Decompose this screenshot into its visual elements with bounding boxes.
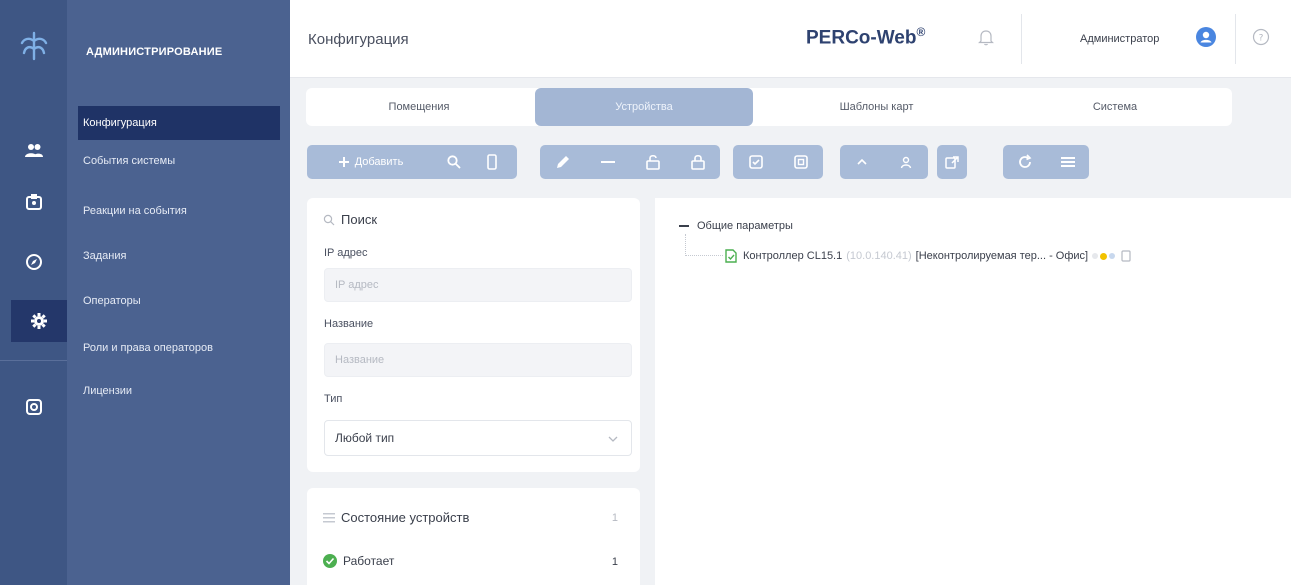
toolbar-group-edit	[540, 145, 720, 179]
sidebar-item-label: Операторы	[83, 295, 141, 307]
controller-icon	[725, 249, 737, 263]
status-item-count: 1	[611, 556, 618, 568]
device-status-panel: Состояние устройств 1 Работает 1	[307, 488, 640, 585]
lock-icon[interactable]	[675, 145, 720, 179]
page-title: Конфигурация	[308, 31, 409, 48]
name-label: Название	[324, 318, 374, 330]
icon-rail	[0, 0, 67, 585]
tree-connector	[685, 234, 723, 256]
toolbar-group-view	[1003, 145, 1089, 179]
type-label: Тип	[324, 393, 343, 405]
list-icon	[323, 512, 335, 522]
arrow-up-icon[interactable]	[840, 145, 884, 179]
menu-icon[interactable]	[1046, 145, 1089, 179]
compass-icon[interactable]	[0, 241, 67, 283]
tab-rooms[interactable]: Помещения	[306, 88, 532, 126]
svg-text:?: ?	[1259, 34, 1264, 44]
top-bar: Конфигурация PERCo-Web® Администратор ?	[290, 0, 1291, 78]
toolbar-group-export	[937, 145, 967, 179]
ip-label: IP адрес	[324, 247, 368, 259]
sidebar-item-event-reactions[interactable]: Реакции на события	[78, 194, 280, 228]
check-circle-icon	[323, 554, 337, 568]
user-name[interactable]: Администратор	[1080, 33, 1159, 45]
status-panel-title[interactable]: Состояние устройств	[323, 510, 469, 525]
tab-card-templates[interactable]: Шаблоны карт	[759, 88, 994, 126]
status-item-working[interactable]: Работает	[323, 554, 394, 568]
collapse-icon[interactable]	[679, 221, 689, 231]
person-icon[interactable]	[884, 145, 928, 179]
chevron-down-icon	[608, 436, 618, 442]
filter-panel: Поиск IP адрес IP адрес Название Названи…	[307, 198, 640, 472]
type-select[interactable]: Любой тип	[324, 420, 632, 456]
rail-divider	[0, 360, 67, 361]
help-icon[interactable]: ?	[1252, 28, 1270, 51]
sidebar-item-label: Роли и права операторов	[83, 342, 213, 354]
sidebar-item-roles[interactable]: Роли и права операторов	[78, 331, 280, 365]
sidebar-item-licenses[interactable]: Лицензии	[78, 374, 280, 408]
toolbar-group-access	[733, 145, 823, 179]
door-icon[interactable]	[1121, 250, 1131, 262]
delete-icon[interactable]	[585, 145, 630, 179]
users-icon[interactable]	[0, 130, 67, 172]
refresh-icon[interactable]	[1003, 145, 1046, 179]
shield-icon[interactable]	[733, 145, 778, 179]
ip-field[interactable]: IP адрес	[324, 268, 632, 302]
name-field[interactable]: Название	[324, 343, 632, 377]
sidebar-item-operators[interactable]: Операторы	[78, 284, 280, 318]
tab-devices[interactable]: Устройства	[535, 88, 753, 126]
export-icon[interactable]	[937, 145, 967, 179]
user-avatar-icon[interactable]	[1196, 27, 1216, 52]
tree-item-device[interactable]: Контроллер CL15.1 (10.0.140.41) [Неконтр…	[725, 249, 1131, 263]
sidebar-item-label: Реакции на события	[83, 205, 187, 217]
sidebar-item-label: Задания	[83, 250, 127, 262]
logo-icon[interactable]	[0, 0, 67, 92]
tree-group[interactable]: Общие параметры	[679, 220, 793, 232]
sidebar-item-system-events[interactable]: События системы	[78, 144, 280, 178]
sidebar-item-configuration[interactable]: Конфигурация	[78, 106, 280, 140]
sidebar: АДМИНИСТРИРОВАНИЕ Конфигурация События с…	[67, 0, 290, 585]
gear-icon[interactable]	[11, 300, 67, 342]
divider	[1235, 14, 1236, 64]
edit-icon[interactable]	[540, 145, 585, 179]
device-tree: Общие параметры Контроллер CL15.1 (10.0.…	[655, 198, 1291, 585]
sidebar-item-label: Конфигурация	[83, 117, 157, 129]
tab-system[interactable]: Система	[998, 88, 1232, 126]
divider	[1021, 14, 1022, 64]
toolbar-group-misc	[840, 145, 928, 179]
bell-icon[interactable]	[978, 28, 994, 51]
search-icon[interactable]	[435, 145, 473, 179]
status-panel-count: 1	[611, 512, 618, 524]
device-icon[interactable]	[473, 145, 511, 179]
add-button[interactable]: Добавить	[307, 145, 435, 179]
search-icon	[323, 214, 335, 225]
tabs-bar: Помещения Устройства Шаблоны карт Систем…	[306, 88, 1232, 126]
unlock-icon[interactable]	[630, 145, 675, 179]
badge-icon[interactable]	[0, 181, 67, 223]
brand-logo: PERCo-Web®	[806, 25, 926, 49]
camera-icon[interactable]	[0, 386, 67, 428]
sidebar-item-tasks[interactable]: Задания	[78, 239, 280, 273]
block-icon[interactable]	[778, 145, 823, 179]
status-indicators	[1092, 252, 1121, 260]
sidebar-item-label: События системы	[83, 155, 176, 167]
search-input[interactable]: Поиск	[323, 212, 377, 227]
sidebar-item-label: Лицензии	[83, 385, 133, 397]
toolbar-group-main: Добавить	[307, 145, 517, 179]
sidebar-heading: АДМИНИСТРИРОВАНИЕ	[86, 46, 223, 58]
